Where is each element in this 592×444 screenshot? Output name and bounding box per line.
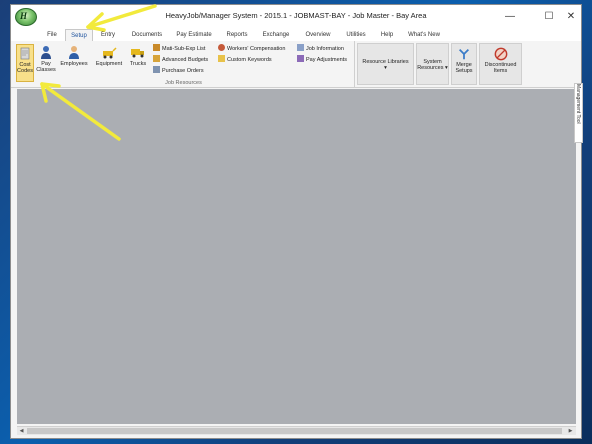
arrow-to-cost-codes [40, 82, 121, 141]
annotation-arrows [40, 4, 157, 141]
